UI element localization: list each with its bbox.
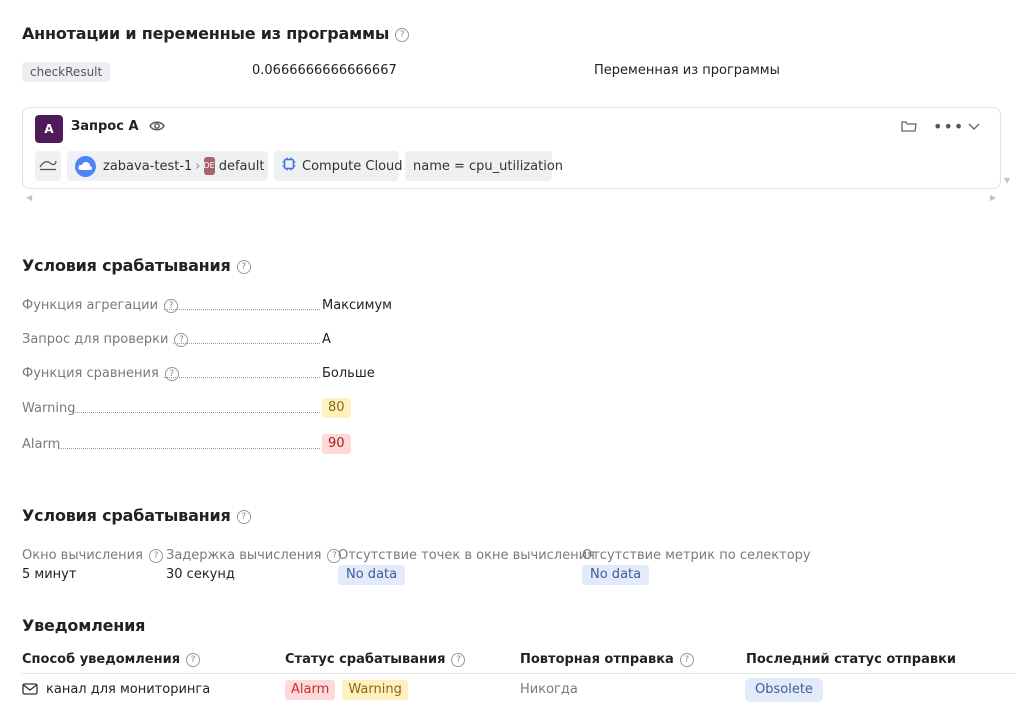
delay-label-text: Задержка вычисления	[166, 548, 322, 563]
no-metrics-value: No data	[582, 565, 650, 585]
help-icon[interactable]: ?	[174, 332, 189, 347]
window-label-text: Окно вычисления	[22, 548, 143, 563]
folder-badge: DE	[203, 157, 215, 175]
chart-icon	[39, 157, 57, 175]
no-points-value: No data	[338, 565, 406, 585]
alarm-threshold: 90	[322, 434, 351, 454]
window-value: 5 минут	[22, 567, 77, 582]
cloud-name: zabava-test-1	[103, 158, 193, 174]
chevron-down-icon[interactable]	[967, 119, 981, 137]
aggregation-label: Функция агрегации?	[22, 298, 179, 313]
help-icon[interactable]: ?	[164, 298, 179, 313]
leader-dots	[164, 309, 320, 310]
header-channel: Способ уведомления?	[22, 652, 201, 667]
query-card: A Запрос A ••• zabava-test-1 › DE defaul…	[22, 107, 1001, 189]
table-row: канал для мониторинга Alarm Warning Нико…	[22, 678, 1016, 704]
comparison-label-text: Функция сравнения	[22, 366, 159, 381]
help-icon[interactable]: ?	[236, 259, 251, 274]
status-warning-badge: Warning	[342, 680, 408, 700]
header-repeat: Повторная отправка?	[520, 652, 694, 667]
header-status-text: Статус срабатывания	[285, 652, 446, 667]
alarm-label: Alarm	[22, 437, 61, 452]
scroll-left-icon[interactable]: ◀	[26, 193, 32, 202]
cloud-icon	[75, 155, 96, 177]
no-points-label: Отсутствие точек в окне вычисления	[338, 548, 595, 563]
delay-value: 30 секунд	[166, 567, 235, 582]
annotations-title: Аннотации и переменные из программы?	[22, 24, 410, 43]
leader-dots	[164, 377, 320, 378]
scroll-right-icon[interactable]: ▶	[990, 193, 996, 202]
leader-dots	[173, 343, 320, 344]
help-icon[interactable]: ?	[148, 548, 163, 563]
scroll-down-icon[interactable]: ▼	[1004, 176, 1010, 185]
query-check-label-text: Запрос для проверки	[22, 332, 169, 347]
leader-dots	[72, 412, 320, 413]
aggregation-label-text: Функция агрегации	[22, 298, 159, 313]
header-repeat-text: Повторная отправка	[520, 652, 674, 667]
leader-dots	[58, 448, 320, 449]
help-icon[interactable]: ?	[164, 366, 179, 381]
table-divider	[22, 673, 1016, 674]
folder-icon[interactable]	[901, 119, 917, 137]
channel-link[interactable]: канал для мониторинга	[46, 682, 210, 697]
query-avatar: A	[35, 115, 63, 143]
help-icon[interactable]: ?	[395, 27, 410, 42]
window-label: Окно вычисления?	[22, 548, 163, 563]
status-alarm-badge: Alarm	[285, 680, 336, 700]
cloud-folder-selector[interactable]: zabava-test-1 › DE default	[67, 151, 268, 181]
warning-threshold: 80	[322, 398, 351, 418]
notifications-title: Уведомления	[22, 616, 146, 635]
query-check-label: Запрос для проверки?	[22, 332, 189, 347]
help-icon[interactable]: ?	[186, 652, 201, 667]
query-check-value: A	[322, 332, 331, 347]
repeat-value: Никогда	[520, 682, 578, 697]
evaluation-title: Условия срабатывания?	[22, 506, 251, 525]
service-name: Compute Cloud	[302, 158, 403, 174]
selector-text: name = cpu_utilization	[413, 158, 564, 174]
last-status-badge: Obsolete	[745, 678, 823, 702]
header-last-status: Последний статус отправки	[746, 652, 957, 667]
service-selector[interactable]: Compute Cloud	[274, 151, 403, 181]
chart-type-button[interactable]	[35, 151, 61, 181]
help-icon[interactable]: ?	[679, 652, 694, 667]
more-icon[interactable]: •••	[933, 117, 964, 136]
selector-label[interactable]: name = cpu_utilization	[405, 151, 563, 181]
annotations-title-text: Аннотации и переменные из программы	[22, 24, 390, 43]
annotation-type: Переменная из программы	[594, 63, 780, 78]
eye-icon[interactable]	[149, 119, 165, 137]
header-status: Статус срабатывания?	[285, 652, 466, 667]
comparison-value: Больше	[322, 366, 375, 381]
comparison-label: Функция сравнения?	[22, 366, 179, 381]
annotation-name: checkResult	[22, 62, 111, 82]
help-icon[interactable]: ?	[451, 652, 466, 667]
conditions-title: Условия срабатывания?	[22, 256, 251, 275]
conditions-title-text: Условия срабатывания	[22, 256, 231, 275]
annotation-value: 0.0666666666666667	[252, 63, 397, 78]
mail-icon	[22, 683, 38, 699]
warning-label: Warning	[22, 401, 76, 416]
folder-name: default	[218, 158, 265, 174]
chip-icon	[282, 157, 296, 175]
no-metrics-label: Отсутствие метрик по селектору	[582, 548, 811, 563]
chevron-right-icon: ›	[195, 158, 201, 174]
evaluation-title-text: Условия срабатывания	[22, 506, 231, 525]
aggregation-value: Максимум	[322, 298, 392, 313]
help-icon[interactable]: ?	[236, 509, 251, 524]
header-channel-text: Способ уведомления	[22, 652, 181, 667]
query-title: Запрос A	[71, 119, 139, 134]
delay-label: Задержка вычисления?	[166, 548, 342, 563]
